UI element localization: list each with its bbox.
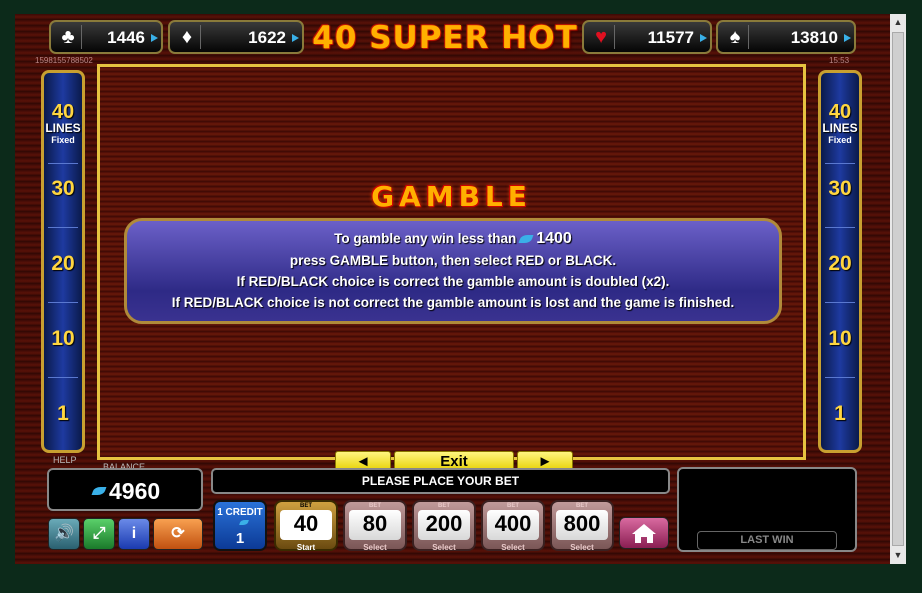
- bet-action: Select: [570, 543, 594, 552]
- jackpot-spade: ♠ 13810: [716, 20, 856, 54]
- balance-value: 4960: [109, 478, 161, 504]
- line-marker-30: 30: [828, 177, 852, 200]
- divider: [48, 302, 78, 303]
- jackpot-club: ♣ 1446: [49, 20, 163, 54]
- divider: [48, 377, 78, 378]
- gamble-line-2: press GAMBLE button, then select RED or …: [289, 253, 617, 268]
- bet-action: Select: [363, 543, 387, 552]
- help-label[interactable]: HELP: [53, 455, 77, 465]
- line-marker-20: 20: [51, 252, 75, 275]
- autoplay-icon: ⟳: [171, 525, 185, 542]
- jackpot-heart-value: 11577: [647, 28, 694, 47]
- heart-icon: ♥: [588, 25, 615, 49]
- coin-icon: [91, 487, 107, 495]
- gamble-info-box: To gamble any win less than 1400 press GA…: [124, 218, 782, 324]
- divider: [825, 302, 855, 303]
- credit-label: 1 CREDIT: [217, 507, 263, 518]
- divider: [825, 377, 855, 378]
- bet-value: 200: [425, 511, 463, 536]
- gamble-line-4: If RED/BLACK choice is not correct the g…: [171, 295, 735, 310]
- balance-display: 4960: [47, 468, 203, 511]
- credit-value: 1: [235, 530, 245, 547]
- bet-action: Start: [296, 543, 316, 552]
- lines-label: LINES: [822, 121, 858, 135]
- speaker-icon: 🔊: [54, 525, 74, 542]
- game-title: 40 SUPER HOT: [312, 20, 578, 56]
- gamble-heading: GAMBLE: [371, 180, 532, 213]
- club-icon: ♣: [55, 25, 82, 49]
- help-panel: GAMBLE To gamble any win less than 1400 p…: [97, 64, 806, 472]
- line-marker-1: 1: [57, 402, 69, 425]
- bet-button-800[interactable]: BET 800 Select: [550, 500, 614, 552]
- credit-button[interactable]: 1 CREDIT 1: [213, 500, 267, 551]
- coin-icon: [151, 34, 158, 42]
- scroll-down-arrow[interactable]: ▼: [893, 550, 903, 560]
- jackpot-spade-value: 13810: [790, 28, 838, 47]
- lines-panel-left: 40 LINES Fixed 30 20 10 1: [41, 70, 85, 453]
- line-marker-1: 1: [834, 402, 846, 425]
- line-marker-20: 20: [828, 252, 852, 275]
- fullscreen-icon: ⤢: [92, 525, 106, 542]
- home-icon: [632, 524, 656, 543]
- bet-value: 400: [494, 511, 532, 536]
- last-win-label: LAST WIN: [697, 531, 837, 550]
- status-message: PLEASE PLACE YOUR BET: [211, 468, 670, 494]
- bet-button-80[interactable]: BET 80 Select: [343, 500, 407, 552]
- jackpot-diamond-value: 1622: [248, 28, 286, 47]
- info-button[interactable]: i: [118, 518, 150, 550]
- home-button[interactable]: [619, 517, 669, 549]
- gamble-line-3: If RED/BLACK choice is correct the gambl…: [236, 274, 670, 289]
- fullscreen-button[interactable]: ⤢: [83, 518, 115, 550]
- lines-mode: Fixed: [828, 135, 852, 145]
- info-icon: i: [131, 525, 137, 542]
- jackpot-club-value: 1446: [107, 28, 145, 47]
- lines-count: 40: [828, 101, 852, 123]
- bet-button-40[interactable]: BET 40 Start: [274, 500, 338, 552]
- coin-icon: [700, 34, 707, 42]
- divider: [825, 227, 855, 228]
- gamble-limit: 1400: [536, 230, 572, 247]
- gamble-line-1: To gamble any win less than 1400: [334, 230, 572, 247]
- lines-mode: Fixed: [51, 135, 75, 145]
- bet-value: 80: [362, 511, 388, 536]
- scroll-up-arrow[interactable]: ▲: [893, 17, 903, 27]
- divider: [48, 163, 78, 164]
- clock: 15:53: [829, 56, 850, 65]
- divider: [48, 227, 78, 228]
- game-frame: ♣ 1446 ♦ 1622 40 SUPER HOT ♥ 11577 ♠ 138…: [15, 14, 890, 564]
- coin-icon: [518, 235, 534, 243]
- lines-count: 40: [51, 101, 75, 123]
- scroll-thumb[interactable]: [892, 32, 904, 546]
- bet-button-200[interactable]: BET 200 Select: [412, 500, 476, 552]
- bet-action: Select: [501, 543, 525, 552]
- line-marker-10: 10: [51, 327, 75, 350]
- page-scrollbar[interactable]: ▲ ▼: [890, 14, 906, 564]
- coin-icon: [292, 34, 299, 42]
- coin-icon: [844, 34, 851, 42]
- bet-value: 40: [293, 511, 319, 536]
- last-win-panel: LAST WIN: [677, 467, 857, 552]
- sound-button[interactable]: 🔊: [48, 518, 80, 550]
- lines-panel-right: 40 LINES Fixed 30 20 10 1: [818, 70, 862, 453]
- session-id: 1598155788502: [35, 56, 93, 65]
- coin-icon: [239, 520, 249, 525]
- diamond-icon: ♦: [174, 25, 201, 49]
- lines-label: LINES: [45, 121, 81, 135]
- line-marker-10: 10: [828, 327, 852, 350]
- bet-action: Select: [432, 543, 456, 552]
- spade-icon: ♠: [722, 25, 749, 49]
- bet-value: 800: [563, 511, 601, 536]
- line-marker-30: 30: [51, 177, 75, 200]
- bet-button-400[interactable]: BET 400 Select: [481, 500, 545, 552]
- autoplay-button[interactable]: ⟳: [153, 518, 203, 550]
- divider: [825, 163, 855, 164]
- jackpot-heart: ♥ 11577: [582, 20, 712, 54]
- jackpot-diamond: ♦ 1622: [168, 20, 304, 54]
